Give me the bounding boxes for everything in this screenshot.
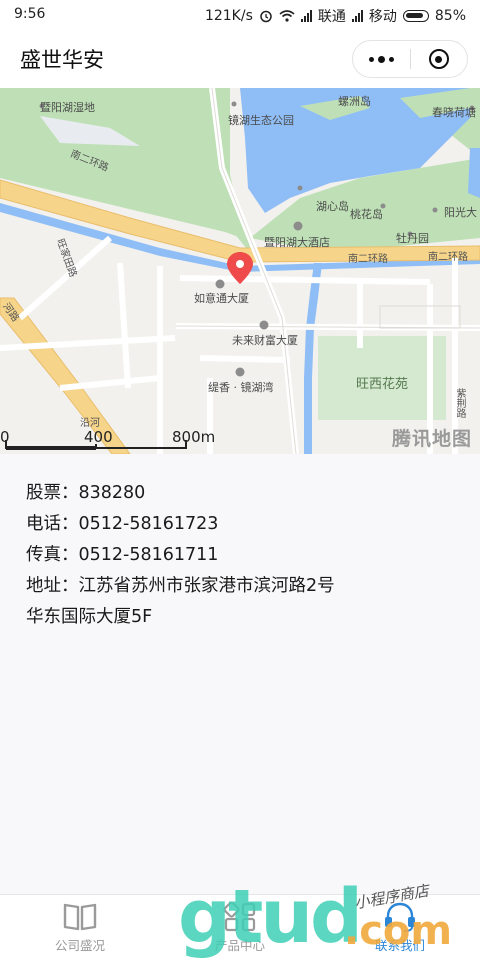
carrier-2: 移动 (368, 9, 397, 25)
net-speed: 121K/s (204, 8, 253, 24)
address-line-2: 华东国际大厦5F (26, 607, 153, 627)
scale-zero: 0 (0, 428, 10, 446)
signal-icon-1 (300, 10, 312, 22)
phone-number[interactable]: 电话：0512-58161723 (26, 509, 466, 540)
tab-contact[interactable]: 联系我们 (320, 895, 480, 960)
stock-code: 股票：838280 (26, 483, 146, 503)
status-time: 9:56 (14, 6, 46, 22)
map-label-road-zijing: 紫荆路 (454, 388, 465, 418)
map-label-tixiang: 缇香 · 镜湖湾 (208, 381, 274, 394)
carrier-1: 联通 (317, 9, 346, 25)
map-label-road-nan2-c: 南二环路 (428, 252, 468, 263)
book-icon (63, 903, 97, 931)
map-label-luozhou: 螺洲岛 (338, 95, 371, 108)
map-view[interactable]: 暨阳湖湿地 螺洲岛 春晓荷塘 镜湖生态公园 湖心岛 桃花岛 阳光大 暨阳湖大酒店… (0, 88, 480, 454)
more-button[interactable] (353, 55, 410, 63)
status-bar: 9:56 121K/s 联通 移动 85% (0, 0, 480, 30)
map-label-road-nan2-b: 南二环路 (348, 254, 388, 265)
signal-icon-2 (351, 10, 363, 22)
map-label-mudan: 牡丹园 (396, 232, 429, 245)
battery-level: 85% (434, 8, 466, 24)
battery-icon (402, 10, 429, 22)
scale-mid: 400 (84, 428, 113, 446)
status-right: 121K/s 联通 移动 85% (205, 6, 466, 26)
map-label-chunxiao: 春晓荷塘 (432, 106, 476, 119)
address-line-1: 地址：江苏省苏州市张家港市滨河路2号 (26, 576, 335, 596)
wifi-icon (279, 10, 295, 22)
map-label-weilai: 未来财富大厦 (232, 334, 298, 347)
tab-products-label: 产品中心 (214, 938, 265, 953)
miniprogram-capsule (352, 40, 468, 78)
map-label-wetland: 暨阳湖湿地 (40, 101, 95, 114)
map-label-huxin: 湖心岛 (316, 200, 349, 213)
scale-end: 800m (172, 428, 216, 446)
more-dot-icon (389, 56, 394, 62)
map-label-taohua: 桃花岛 (350, 208, 383, 221)
map-brand-logo: 腾讯地图 (391, 428, 472, 450)
grid-icon (223, 901, 256, 932)
more-dot-icon (369, 56, 374, 62)
nav-bar: 盛世华安 (0, 30, 480, 88)
contact-info: 股票：838280 电话：0512-58161723 传真：0512-58161… (26, 478, 466, 633)
map-label-road-yanhe: 沿河 (80, 418, 100, 429)
tab-contact-label: 联系我们 (374, 938, 425, 953)
map-label-yangguang: 阳光大 (444, 206, 477, 219)
map-label-ruyitong: 如意通大厦 (194, 292, 249, 305)
more-dot-icon (378, 55, 385, 63)
headset-icon (385, 902, 415, 932)
close-circle-icon (428, 49, 449, 69)
close-button[interactable] (411, 49, 467, 69)
tab-company-label: 公司盛况 (54, 938, 105, 953)
map-label-hotel: 暨阳湖大酒店 (264, 236, 330, 249)
alarm-icon (260, 10, 272, 23)
map-label-eco-park: 镜湖生态公园 (228, 114, 294, 127)
tab-company[interactable]: 公司盛况 (0, 895, 160, 960)
page-title: 盛世华安 (20, 48, 104, 72)
tab-products[interactable]: 产品中心 (160, 895, 320, 960)
tab-bar: 公司盛况 产品中心 联系我们 (0, 894, 480, 960)
map-label-wangxi: 旺西花苑 (356, 377, 409, 392)
fax-number: 传真：0512-58161711 (26, 545, 219, 565)
